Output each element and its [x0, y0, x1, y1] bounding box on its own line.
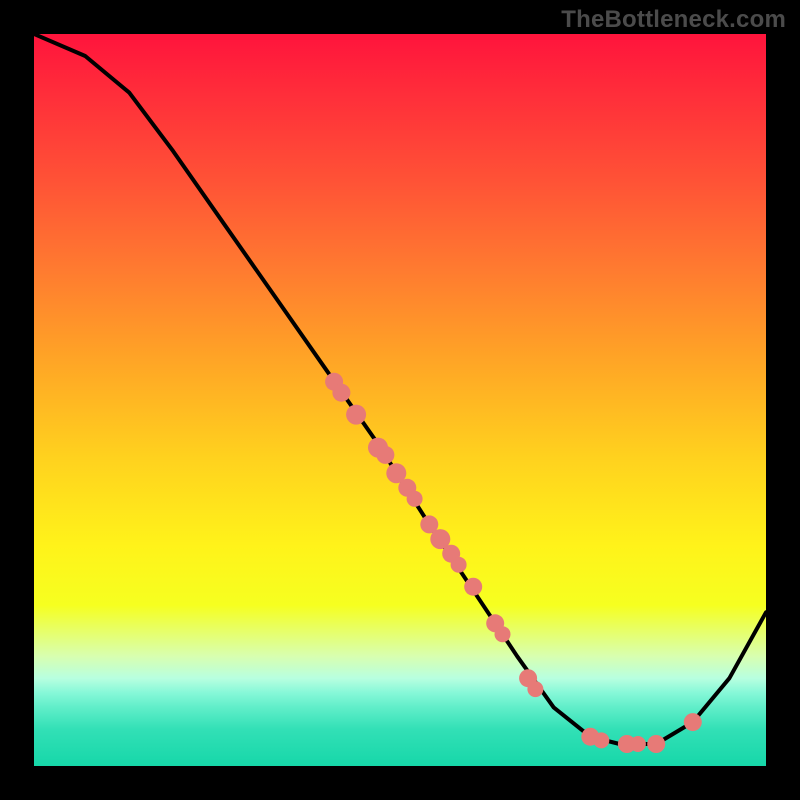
data-marker — [527, 681, 543, 697]
bottleneck-curve — [34, 34, 766, 744]
data-marker — [376, 446, 394, 464]
data-marker — [451, 557, 467, 573]
watermark-text: TheBottleneck.com — [561, 6, 786, 34]
data-marker — [630, 736, 646, 752]
curve-svg — [34, 34, 766, 766]
data-marker — [593, 732, 609, 748]
data-marker — [647, 735, 665, 753]
data-marker — [684, 713, 702, 731]
data-marker — [332, 384, 350, 402]
data-marker — [346, 405, 366, 425]
data-marker — [495, 626, 511, 642]
data-marker — [464, 578, 482, 596]
data-marker — [407, 491, 423, 507]
